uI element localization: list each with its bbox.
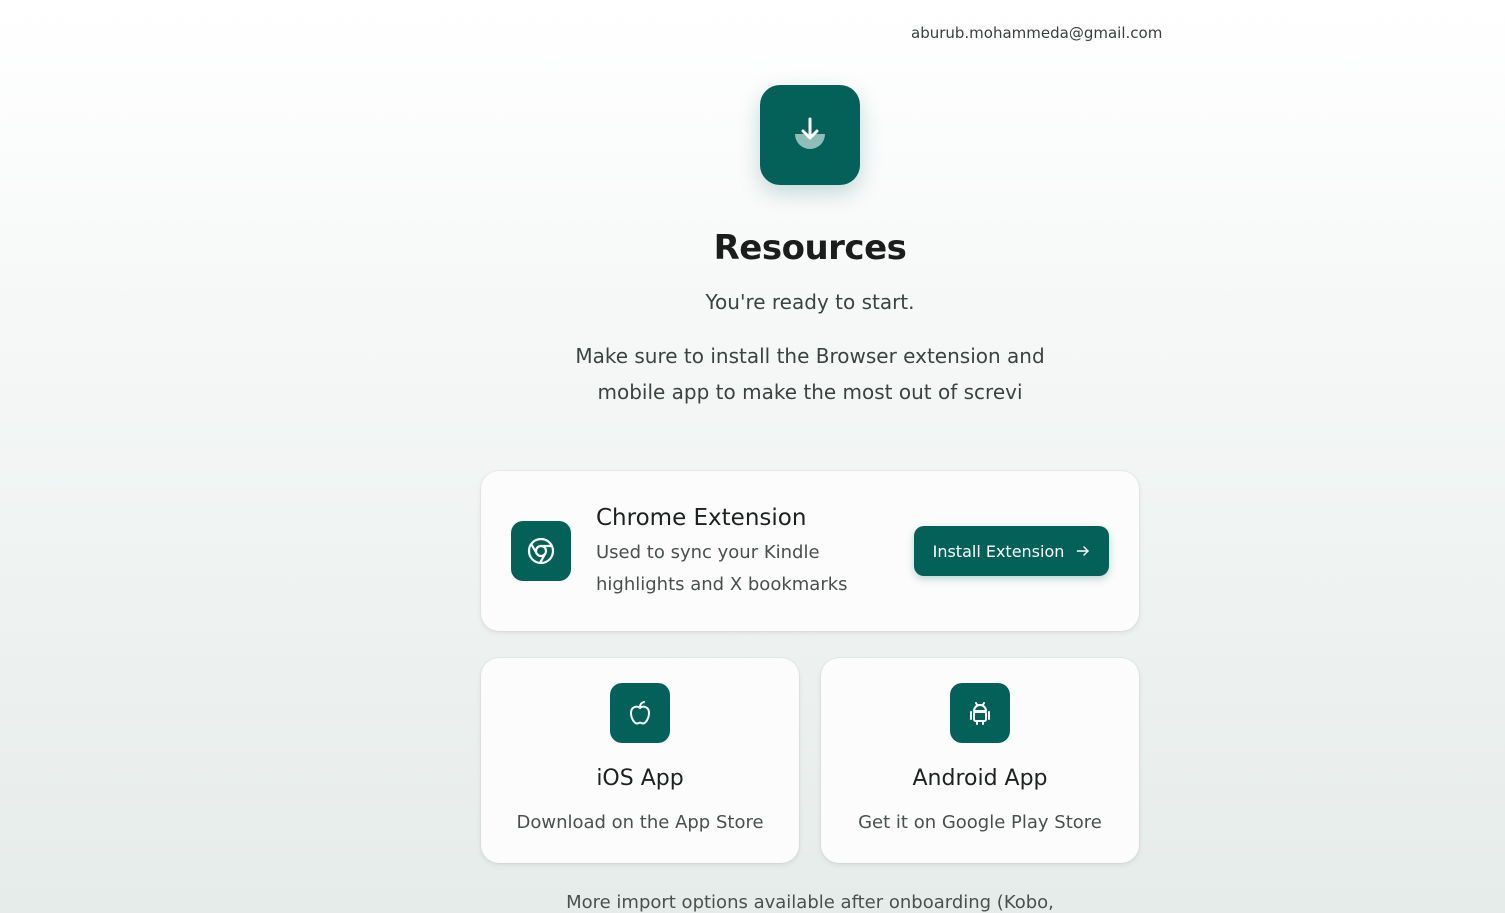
- user-email: aburub.mohammeda@gmail.com: [911, 24, 1163, 42]
- page-title: Resources: [713, 228, 907, 268]
- chrome-extension-title: Chrome Extension: [596, 505, 807, 531]
- download-icon: [795, 117, 825, 149]
- page-subtitle: You're ready to start.: [705, 290, 915, 314]
- chrome-icon: [527, 537, 555, 565]
- apple-icon-badge: [610, 683, 670, 743]
- chrome-icon-badge: [511, 521, 571, 581]
- install-extension-button[interactable]: Install Extension: [914, 526, 1109, 576]
- android-icon: [970, 702, 990, 725]
- chrome-extension-card: Chrome Extension Used to sync your Kindl…: [481, 471, 1139, 631]
- android-icon-badge: [950, 683, 1010, 743]
- footer-note: More import options available after onbo…: [566, 892, 1054, 913]
- page-description: Make sure to install the Browser extensi…: [575, 344, 1045, 404]
- arrow-right-icon: [1077, 546, 1090, 556]
- android-app-description: Get it on Google Play Store: [858, 812, 1102, 833]
- ios-app-card[interactable]: iOS App Download on the App Store: [481, 658, 799, 863]
- apple-icon: [630, 701, 650, 725]
- hero-download-badge: [760, 85, 860, 185]
- ios-app-description: Download on the App Store: [516, 812, 764, 833]
- android-app-card[interactable]: Android App Get it on Google Play Store: [821, 658, 1139, 863]
- android-app-title: Android App: [912, 766, 1048, 791]
- chrome-extension-description: Used to sync your Kindle highlights and …: [596, 542, 848, 595]
- ios-app-title: iOS App: [596, 766, 684, 791]
- install-extension-label: Install Extension: [932, 541, 1065, 561]
